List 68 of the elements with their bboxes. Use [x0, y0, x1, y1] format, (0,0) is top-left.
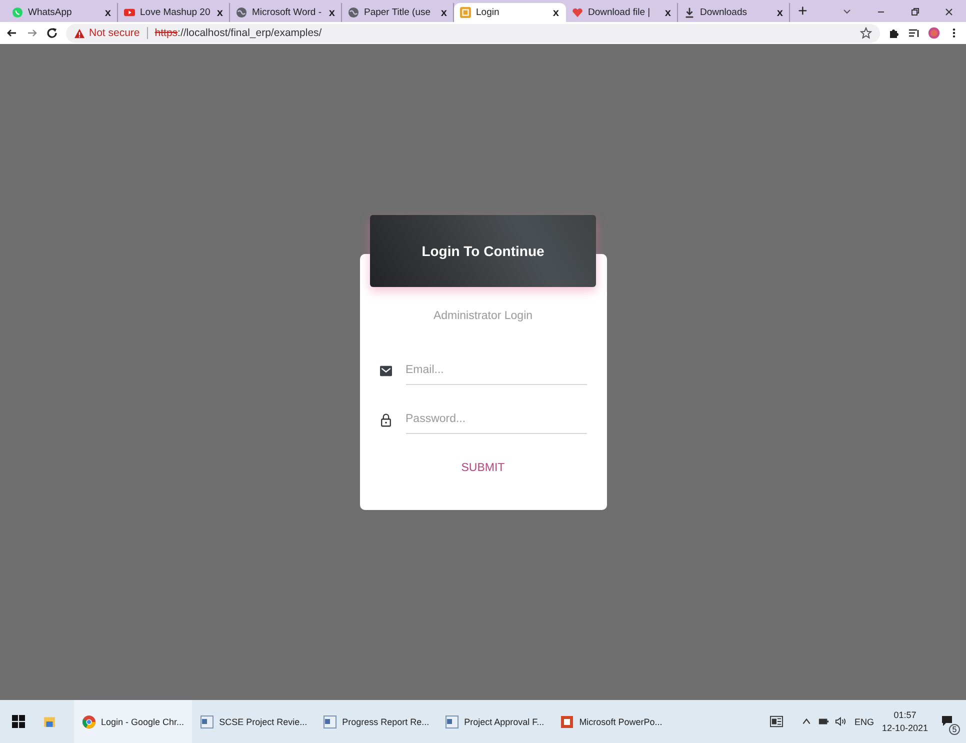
- envelope-icon: [380, 364, 392, 378]
- close-icon[interactable]: [944, 7, 954, 17]
- document-icon: [445, 714, 460, 728]
- login-title: Login To Continue: [422, 243, 544, 259]
- notification-count: 5: [949, 724, 960, 734]
- close-icon[interactable]: x: [552, 6, 559, 18]
- chat-icon: [12, 7, 23, 18]
- back-icon[interactable]: [6, 27, 18, 39]
- globe-icon: [236, 7, 247, 18]
- warning-icon: [74, 28, 85, 38]
- app-icon: [460, 7, 471, 18]
- app-label: Project Approval F...: [464, 716, 544, 726]
- globe-icon: [348, 7, 359, 18]
- login-subtitle: Administrator Login: [433, 310, 533, 322]
- security-label: Not secure: [89, 27, 140, 39]
- app-label: Microsoft PowerPo...: [579, 716, 662, 726]
- close-icon[interactable]: x: [776, 6, 783, 18]
- tab-title: Download file |: [588, 7, 652, 18]
- taskbar-app[interactable]: Microsoft PowerPo...: [552, 700, 670, 743]
- play-icon: [124, 7, 135, 18]
- close-icon[interactable]: x: [440, 6, 447, 18]
- reload-icon[interactable]: [46, 27, 58, 39]
- playlist-icon[interactable]: [908, 27, 920, 39]
- tab-title: WhatsApp: [28, 7, 73, 18]
- document-icon: [200, 714, 214, 728]
- app-label: SCSE Project Revie...: [219, 716, 308, 726]
- speaker-icon[interactable]: [835, 716, 846, 727]
- tab-title: Downloads: [700, 7, 748, 18]
- tab-title: Login: [476, 7, 500, 18]
- tab-title: Love Mashup 20: [140, 7, 212, 18]
- document-icon: [323, 714, 338, 728]
- taskbar-app[interactable]: Login - Google Chr...: [74, 700, 192, 743]
- clock-date: 12-10-2021: [882, 722, 928, 734]
- app-label: Login - Google Chr...: [101, 716, 184, 726]
- download-icon: [684, 7, 695, 18]
- close-icon[interactable]: x: [104, 6, 111, 18]
- app-label: Progress Report Re...: [342, 716, 430, 726]
- news-icon[interactable]: [770, 715, 784, 728]
- new-tab-button[interactable]: +: [790, 3, 816, 22]
- tab-title: Microsoft Word -: [252, 7, 323, 18]
- taskbar-app[interactable]: Project Approval F...: [437, 700, 552, 743]
- notification-icon[interactable]: [941, 714, 953, 726]
- windows-icon[interactable]: [12, 715, 25, 728]
- taskbar-app[interactable]: Progress Report Re...: [315, 700, 438, 743]
- chevron-up-icon[interactable]: [801, 716, 812, 727]
- close-icon[interactable]: x: [328, 6, 335, 18]
- forward-icon[interactable]: [26, 27, 38, 39]
- folder-icon[interactable]: [43, 715, 56, 728]
- address-bar[interactable]: Not secure https://localhost/final_erp/examples/: [66, 24, 880, 42]
- slides-icon: [560, 714, 574, 728]
- browser-tab[interactable]: Login x: [454, 3, 566, 22]
- close-icon[interactable]: x: [216, 6, 223, 18]
- taskbar-app[interactable]: SCSE Project Revie...: [192, 700, 316, 743]
- url-text: ://localhost/final_erp/examples/: [178, 27, 322, 39]
- clock-time: 01:57: [894, 708, 916, 722]
- close-icon[interactable]: x: [664, 6, 671, 18]
- battery-icon[interactable]: [818, 716, 830, 727]
- url-scheme: https: [154, 27, 178, 39]
- chrome-icon: [82, 714, 96, 728]
- heart-icon: [572, 7, 583, 18]
- padlock-icon: [380, 412, 392, 426]
- tab-title: Paper Title (use: [364, 7, 432, 18]
- puzzle-icon[interactable]: [888, 27, 900, 39]
- submit-button[interactable]: SUBMIT: [451, 456, 515, 480]
- language-indicator[interactable]: ENG: [854, 716, 874, 726]
- avatar-icon[interactable]: [928, 27, 940, 39]
- restore-icon[interactable]: [910, 7, 920, 17]
- star-icon[interactable]: [860, 27, 872, 39]
